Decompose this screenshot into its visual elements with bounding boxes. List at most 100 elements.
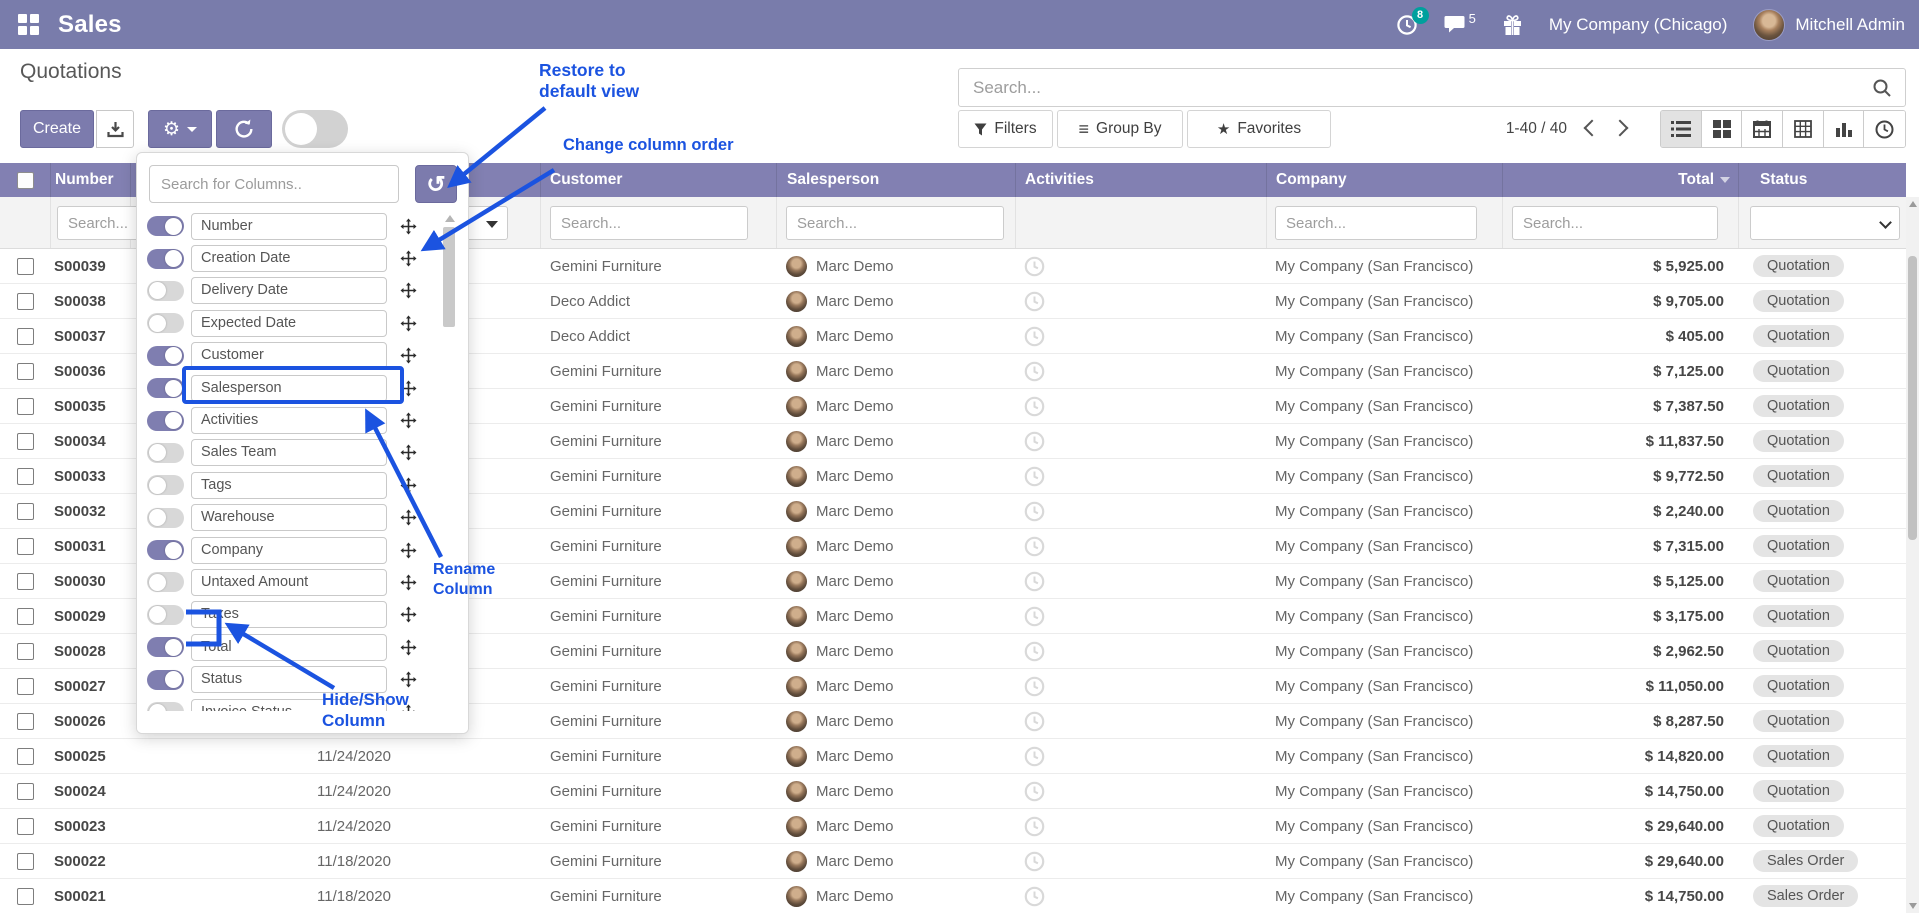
column-visibility-toggle[interactable] xyxy=(147,637,184,657)
column-name-input[interactable]: Total xyxy=(191,634,387,661)
move-handle-icon[interactable] xyxy=(400,380,417,397)
header-number[interactable]: Number xyxy=(50,163,130,197)
cell-activities[interactable] xyxy=(1015,529,1266,563)
optional-columns-dropdown-button[interactable]: ⚙ xyxy=(148,110,212,148)
user-avatar[interactable] xyxy=(1753,9,1785,41)
column-name-input[interactable]: Taxes xyxy=(191,601,387,628)
row-checkbox[interactable] xyxy=(17,503,34,520)
export-button[interactable] xyxy=(96,110,134,148)
header-total[interactable]: Total xyxy=(1502,163,1738,197)
create-button[interactable]: Create xyxy=(20,110,94,148)
move-handle-icon[interactable] xyxy=(400,574,417,591)
table-row[interactable]: S00024 11/24/2020 Gemini Furniture Marc … xyxy=(0,774,1906,809)
calendar-view-button[interactable] xyxy=(1742,111,1783,147)
menu-item[interactable] xyxy=(306,0,344,49)
cell-activities[interactable] xyxy=(1015,459,1266,493)
column-name-input[interactable]: Warehouse xyxy=(191,504,387,531)
cell-activities[interactable] xyxy=(1015,669,1266,703)
company-switcher[interactable]: My Company (Chicago) xyxy=(1549,15,1728,35)
cell-activities[interactable] xyxy=(1015,564,1266,598)
move-handle-icon[interactable] xyxy=(400,639,417,656)
column-visibility-toggle[interactable] xyxy=(147,249,184,269)
scrollbar-thumb[interactable] xyxy=(1908,256,1917,540)
column-visibility-toggle[interactable] xyxy=(147,443,184,463)
search-icon[interactable] xyxy=(1872,78,1892,98)
kanban-view-button[interactable] xyxy=(1702,111,1743,147)
filter-status-select[interactable] xyxy=(1750,206,1900,240)
move-handle-icon[interactable] xyxy=(400,606,417,623)
menu-item[interactable] xyxy=(230,0,268,49)
search-input[interactable] xyxy=(959,78,1872,98)
table-row[interactable]: S00025 11/24/2020 Gemini Furniture Marc … xyxy=(0,739,1906,774)
menu-item[interactable] xyxy=(192,0,230,49)
pager-next-button[interactable] xyxy=(1612,120,1629,137)
row-checkbox[interactable] xyxy=(17,818,34,835)
move-handle-icon[interactable] xyxy=(400,412,417,429)
scroll-up-icon[interactable] xyxy=(1909,201,1917,207)
column-name-input[interactable]: Creation Date xyxy=(191,245,387,272)
app-brand[interactable]: Sales xyxy=(58,11,122,39)
column-visibility-toggle[interactable] xyxy=(147,313,184,333)
header-activities[interactable]: Activities xyxy=(1015,163,1266,197)
graph-view-button[interactable] xyxy=(1824,111,1865,147)
column-name-input[interactable]: Company xyxy=(191,537,387,564)
table-row[interactable]: S00023 11/24/2020 Gemini Furniture Marc … xyxy=(0,809,1906,844)
pivot-view-button[interactable] xyxy=(1783,111,1824,147)
column-name-input[interactable]: Untaxed Amount xyxy=(191,569,387,596)
column-visibility-toggle[interactable] xyxy=(147,216,184,236)
column-visibility-toggle[interactable] xyxy=(147,346,184,366)
referral-tray-button[interactable] xyxy=(1502,14,1523,36)
vertical-scrollbar[interactable] xyxy=(1906,197,1919,913)
column-name-input[interactable]: Tags xyxy=(191,472,387,499)
move-handle-icon[interactable] xyxy=(400,250,417,267)
cell-activities[interactable] xyxy=(1015,844,1266,878)
row-checkbox[interactable] xyxy=(17,433,34,450)
table-row[interactable]: S00022 11/18/2020 Gemini Furniture Marc … xyxy=(0,844,1906,879)
row-checkbox[interactable] xyxy=(17,328,34,345)
menu-item[interactable] xyxy=(344,0,382,49)
row-checkbox[interactable] xyxy=(17,573,34,590)
column-visibility-toggle[interactable] xyxy=(147,378,184,398)
cell-activities[interactable] xyxy=(1015,704,1266,738)
column-name-input[interactable]: Sales Team xyxy=(191,439,387,466)
header-salesperson[interactable]: Salesperson xyxy=(776,163,1015,197)
move-handle-icon[interactable] xyxy=(400,671,417,688)
move-handle-icon[interactable] xyxy=(400,282,417,299)
row-checkbox[interactable] xyxy=(17,468,34,485)
cell-activities[interactable] xyxy=(1015,879,1266,913)
row-checkbox[interactable] xyxy=(17,748,34,765)
cell-activities[interactable] xyxy=(1015,284,1266,318)
row-checkbox[interactable] xyxy=(17,853,34,870)
cell-activities[interactable] xyxy=(1015,634,1266,668)
move-handle-icon[interactable] xyxy=(400,315,417,332)
row-checkbox[interactable] xyxy=(17,608,34,625)
column-name-input[interactable]: Customer xyxy=(191,342,387,369)
column-visibility-toggle[interactable] xyxy=(147,572,184,592)
cell-activities[interactable] xyxy=(1015,599,1266,633)
row-checkbox[interactable] xyxy=(17,643,34,660)
filter-company-input[interactable] xyxy=(1275,206,1477,240)
move-handle-icon[interactable] xyxy=(400,347,417,364)
header-status[interactable]: Status xyxy=(1738,163,1906,197)
filter-customer-input[interactable] xyxy=(550,206,748,240)
list-view-button[interactable] xyxy=(1661,111,1702,147)
column-name-input[interactable]: Number xyxy=(191,213,387,240)
column-visibility-toggle[interactable] xyxy=(147,475,184,495)
column-name-input[interactable]: Activities xyxy=(191,407,387,434)
row-checkbox[interactable] xyxy=(17,363,34,380)
favorites-button[interactable]: ★ Favorites xyxy=(1187,110,1331,148)
cell-activities[interactable] xyxy=(1015,424,1266,458)
filters-button[interactable]: Filters xyxy=(958,110,1053,148)
column-search-input[interactable] xyxy=(149,165,399,203)
move-handle-icon[interactable] xyxy=(400,509,417,526)
row-checkbox[interactable] xyxy=(17,538,34,555)
column-name-input[interactable]: Delivery Date xyxy=(191,277,387,304)
row-checkbox[interactable] xyxy=(17,678,34,695)
select-all-checkbox[interactable] xyxy=(17,172,34,189)
column-visibility-toggle[interactable] xyxy=(147,508,184,528)
restore-default-view-button[interactable]: ↺ xyxy=(415,165,457,203)
cell-activities[interactable] xyxy=(1015,249,1266,283)
move-handle-icon[interactable] xyxy=(400,542,417,559)
column-visibility-toggle[interactable] xyxy=(147,540,184,560)
move-handle-icon[interactable] xyxy=(400,477,417,494)
